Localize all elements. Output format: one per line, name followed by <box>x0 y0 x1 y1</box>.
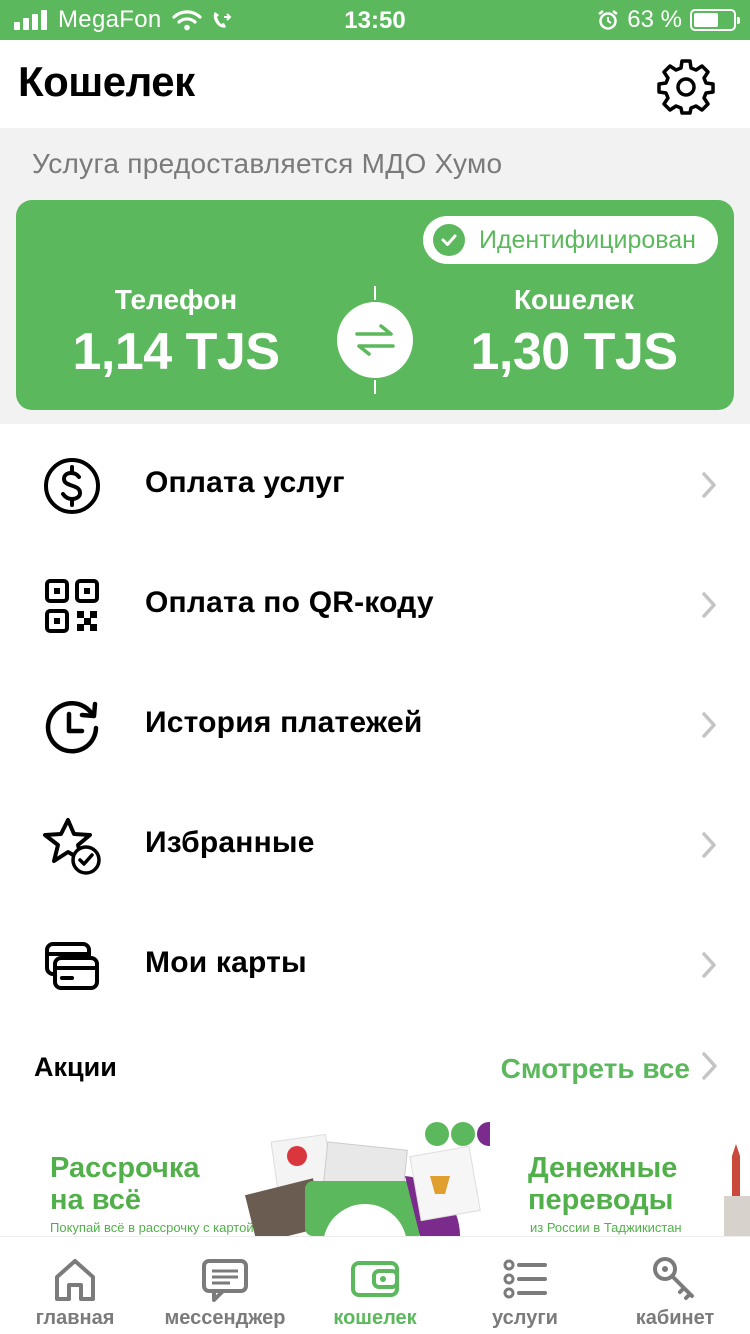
gear-icon[interactable] <box>656 56 716 116</box>
status-left: MegaFon <box>14 6 232 34</box>
wallet-icon <box>350 1255 400 1303</box>
menu-label: Оплата услуг <box>145 466 345 499</box>
tab-home[interactable]: главная <box>0 1237 150 1334</box>
phone-balance-block[interactable]: Телефон 1,14 TJS <box>16 284 336 382</box>
menu-item-qr-payment[interactable]: Оплата по QR-коду <box>0 544 750 664</box>
cards-icon <box>42 936 102 996</box>
tab-label: мессенджер <box>164 1307 286 1329</box>
provider-text: Услуга предоставляется МДО Хумо <box>32 148 503 179</box>
call-forward-icon <box>210 9 232 31</box>
promos-title: Акции <box>34 1052 117 1082</box>
menu-label: Оплата по QR-коду <box>145 586 434 619</box>
tab-label: кошелек <box>333 1307 417 1329</box>
menu-label: Мои карты <box>145 946 307 979</box>
menu-item-pay-services[interactable]: Оплата услуг <box>0 424 750 544</box>
chevron-right-icon <box>700 470 720 500</box>
chevron-right-icon <box>700 950 720 980</box>
chevron-right-icon <box>700 590 720 620</box>
header: Кошелек <box>0 40 750 128</box>
wallet-menu: Оплата услуг Оплата по QR-коду История п… <box>0 424 750 1024</box>
wifi-icon <box>171 9 202 31</box>
kremlin-tower-illustration <box>724 1144 750 1236</box>
balance-card: Идентифицирован Телефон 1,14 TJS Кошелек… <box>16 200 734 410</box>
identified-label: Идентифицирован <box>478 225 696 254</box>
promo-illustration <box>245 1122 490 1236</box>
history-clock-icon <box>42 696 102 756</box>
menu-label: История платежей <box>145 706 423 739</box>
tab-messenger[interactable]: мессенджер <box>150 1237 300 1334</box>
battery-icon <box>690 9 740 31</box>
services-list-icon <box>500 1255 550 1303</box>
tab-wallet[interactable]: кошелек <box>300 1237 450 1334</box>
divider-top <box>374 286 376 300</box>
promo-card-transfers[interactable]: Денежные переводы из России в Таджикиста… <box>510 1116 750 1236</box>
divider-bottom <box>374 380 376 394</box>
tab-label: главная <box>35 1307 115 1329</box>
promo-subtitle: Покупай всё в рассрочку с картой <box>50 1220 254 1235</box>
key-icon <box>650 1255 700 1303</box>
signal-icon <box>14 10 50 30</box>
wallet-balance: 1,30 TJS <box>470 323 678 381</box>
chevron-right-icon <box>700 830 720 860</box>
phone-label: Телефон <box>114 284 238 315</box>
carrier-name: MegaFon <box>58 6 162 33</box>
tab-label: услуги <box>492 1307 558 1329</box>
menu-item-my-cards[interactable]: Мои карты <box>0 904 750 1024</box>
identified-badge: Идентифицирован <box>422 216 718 264</box>
promo-title: Рассрочка на всё <box>50 1152 200 1216</box>
status-right: 63 % <box>597 6 740 34</box>
tab-bar: главная мессенджер кошелек услуги кабине… <box>0 1236 750 1334</box>
wallet-label: Кошелек <box>513 284 635 315</box>
promos-header: Акции Смотреть все <box>0 1040 750 1096</box>
qr-code-icon <box>42 576 102 636</box>
swap-arrows-icon[interactable] <box>337 302 413 378</box>
check-icon <box>432 224 465 256</box>
wallet-section: Услуга предоставляется МДО Хумо Идентифи… <box>0 128 750 424</box>
dollar-circle-icon <box>42 456 102 516</box>
menu-label: Избранные <box>145 826 315 859</box>
menu-item-payment-history[interactable]: История платежей <box>0 664 750 784</box>
battery-percent: 63 % <box>627 6 682 33</box>
promo-card-installment[interactable]: Рассрочка на всё Покупай всё в рассрочку… <box>0 1116 490 1236</box>
wallet-balance-block[interactable]: Кошелек 1,30 TJS <box>414 284 734 382</box>
page-title: Кошелек <box>18 58 195 105</box>
see-all-label: Смотреть все <box>500 1052 690 1084</box>
tab-label: кабинет <box>635 1307 715 1329</box>
chevron-right-icon <box>700 710 720 740</box>
menu-item-favorites[interactable]: Избранные <box>0 784 750 904</box>
home-icon <box>50 1255 100 1303</box>
tab-cabinet[interactable]: кабинет <box>600 1237 750 1334</box>
phone-balance: 1,14 TJS <box>72 323 280 381</box>
status-bar: MegaFon 13:50 63 % <box>0 0 750 40</box>
see-all-link[interactable]: Смотреть все <box>501 1050 720 1087</box>
promo-carousel[interactable]: Рассрочка на всё Покупай всё в рассрочку… <box>0 1116 750 1236</box>
promo-title: Денежные переводы <box>528 1152 678 1216</box>
tab-services[interactable]: услуги <box>450 1237 600 1334</box>
star-check-icon <box>42 816 102 876</box>
chat-icon <box>200 1255 250 1303</box>
alarm-icon <box>597 9 619 31</box>
chevron-right-icon <box>700 1050 720 1087</box>
promo-subtitle: из России в Таджикистан <box>530 1220 682 1235</box>
